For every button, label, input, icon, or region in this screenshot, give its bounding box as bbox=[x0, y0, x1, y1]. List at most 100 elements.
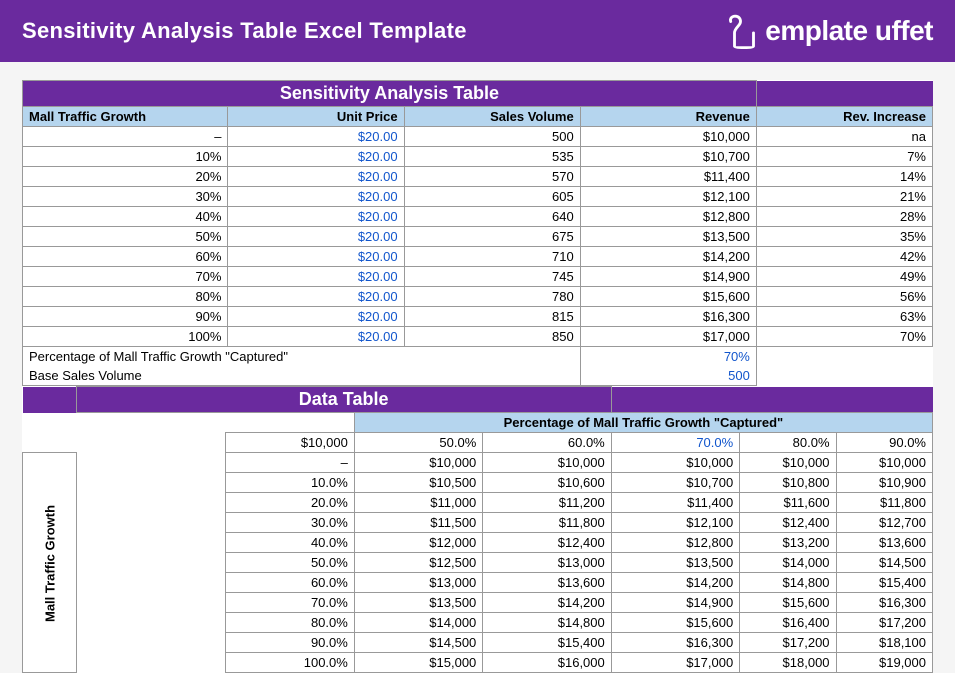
sat-volume: 535 bbox=[404, 147, 580, 167]
top-banner: Sensitivity Analysis Table Excel Templat… bbox=[0, 0, 955, 62]
sat-growth: 60% bbox=[23, 247, 228, 267]
dt-value: $10,800 bbox=[740, 473, 836, 493]
sat-revenue: $12,100 bbox=[580, 187, 756, 207]
dt-value: $15,000 bbox=[354, 653, 482, 673]
sensitivity-table: Sensitivity Analysis Table Mall Traffic … bbox=[22, 80, 933, 386]
dt-value: $10,600 bbox=[483, 473, 611, 493]
sat-note1-value: 70% bbox=[580, 347, 756, 367]
sat-price: $20.00 bbox=[228, 207, 404, 227]
sat-price: $20.00 bbox=[228, 267, 404, 287]
sat-volume: 640 bbox=[404, 207, 580, 227]
dt-value: $13,000 bbox=[354, 573, 482, 593]
dt-value: $10,000 bbox=[611, 453, 739, 473]
sat-increase: 42% bbox=[756, 247, 932, 267]
table-row: 20%$20.00570$11,40014% bbox=[23, 167, 933, 187]
sat-note1-label: Percentage of Mall Traffic Growth "Captu… bbox=[23, 347, 581, 367]
sat-increase: 49% bbox=[756, 267, 932, 287]
table-row: 80%$20.00780$15,60056% bbox=[23, 287, 933, 307]
dt-value: $18,000 bbox=[740, 653, 836, 673]
sat-increase: na bbox=[756, 127, 932, 147]
dt-value: $13,600 bbox=[483, 573, 611, 593]
buffet-logo-icon bbox=[725, 11, 763, 51]
sat-revenue: $11,400 bbox=[580, 167, 756, 187]
sat-increase: 70% bbox=[756, 327, 932, 347]
data-table: Data Table Percentage of Mall Traffic Gr… bbox=[22, 386, 933, 673]
dt-col-pcts-row: $10,000 50.0%60.0%70.0%80.0%90.0% bbox=[23, 433, 933, 453]
brand-logo: emplate uffet bbox=[725, 11, 933, 51]
dt-value: $10,500 bbox=[354, 473, 482, 493]
dt-value: $13,500 bbox=[611, 553, 739, 573]
dt-value: $16,300 bbox=[611, 633, 739, 653]
table-row: 30.0%$11,500$11,800$12,100$12,400$12,700 bbox=[23, 513, 933, 533]
sat-revenue: $16,300 bbox=[580, 307, 756, 327]
table-row: Mall Traffic Growth–$10,000$10,000$10,00… bbox=[23, 453, 933, 473]
dt-value: $15,600 bbox=[611, 613, 739, 633]
banner-title: Sensitivity Analysis Table Excel Templat… bbox=[22, 18, 467, 44]
sat-growth: 100% bbox=[23, 327, 228, 347]
dt-value: $11,000 bbox=[354, 493, 482, 513]
table-row: 10.0%$10,500$10,600$10,700$10,800$10,900 bbox=[23, 473, 933, 493]
table-row: 90.0%$14,500$15,400$16,300$17,200$18,100 bbox=[23, 633, 933, 653]
sat-revenue: $13,500 bbox=[580, 227, 756, 247]
sat-growth: 90% bbox=[23, 307, 228, 327]
sat-revenue: $12,800 bbox=[580, 207, 756, 227]
sat-volume: 850 bbox=[404, 327, 580, 347]
dt-col-pct: 70.0% bbox=[611, 433, 739, 453]
table-row: 100.0%$15,000$16,000$17,000$18,000$19,00… bbox=[23, 653, 933, 673]
dt-growth: 80.0% bbox=[226, 613, 354, 633]
dt-value: $15,400 bbox=[483, 633, 611, 653]
sat-increase: 21% bbox=[756, 187, 932, 207]
sat-note2-label: Base Sales Volume bbox=[23, 366, 581, 386]
dt-value: $11,200 bbox=[483, 493, 611, 513]
dt-growth: 60.0% bbox=[226, 573, 354, 593]
dt-value: $11,800 bbox=[483, 513, 611, 533]
sat-note2-value: 500 bbox=[580, 366, 756, 386]
dt-value: $18,100 bbox=[836, 633, 932, 653]
sat-increase: 14% bbox=[756, 167, 932, 187]
dt-title-row: Data Table bbox=[23, 387, 933, 413]
sat-growth: 70% bbox=[23, 267, 228, 287]
sat-increase: 63% bbox=[756, 307, 932, 327]
dt-value: $12,400 bbox=[740, 513, 836, 533]
sat-note-captured: Percentage of Mall Traffic Growth "Captu… bbox=[23, 347, 933, 367]
dt-corner: $10,000 bbox=[226, 433, 354, 453]
sat-header-row: Mall Traffic Growth Unit Price Sales Vol… bbox=[23, 107, 933, 127]
sat-volume: 675 bbox=[404, 227, 580, 247]
spreadsheet-area: Sensitivity Analysis Table Mall Traffic … bbox=[22, 80, 933, 673]
table-row: –$20.00500$10,000na bbox=[23, 127, 933, 147]
sat-price: $20.00 bbox=[228, 147, 404, 167]
dt-value: $13,200 bbox=[740, 533, 836, 553]
sat-price: $20.00 bbox=[228, 327, 404, 347]
dt-value: $10,700 bbox=[611, 473, 739, 493]
dt-value: $17,200 bbox=[836, 613, 932, 633]
sat-volume: 710 bbox=[404, 247, 580, 267]
dt-growth: 30.0% bbox=[226, 513, 354, 533]
dt-growth: 10.0% bbox=[226, 473, 354, 493]
dt-value: $10,000 bbox=[354, 453, 482, 473]
sat-title-row: Sensitivity Analysis Table bbox=[23, 81, 933, 107]
sat-volume: 780 bbox=[404, 287, 580, 307]
dt-side-label: Mall Traffic Growth bbox=[23, 453, 77, 673]
sat-price: $20.00 bbox=[228, 167, 404, 187]
dt-value: $14,800 bbox=[740, 573, 836, 593]
dt-value: $10,000 bbox=[740, 453, 836, 473]
sat-increase: 35% bbox=[756, 227, 932, 247]
dt-growth: 50.0% bbox=[226, 553, 354, 573]
table-row: 40.0%$12,000$12,400$12,800$13,200$13,600 bbox=[23, 533, 933, 553]
dt-value: $11,600 bbox=[740, 493, 836, 513]
sat-col-revenue: Revenue bbox=[580, 107, 756, 127]
dt-value: $14,000 bbox=[740, 553, 836, 573]
table-row: 90%$20.00815$16,30063% bbox=[23, 307, 933, 327]
sat-growth: 20% bbox=[23, 167, 228, 187]
table-row: 70%$20.00745$14,90049% bbox=[23, 267, 933, 287]
dt-value: $10,000 bbox=[836, 453, 932, 473]
dt-value: $12,800 bbox=[611, 533, 739, 553]
dt-value: $19,000 bbox=[836, 653, 932, 673]
sat-title: Sensitivity Analysis Table bbox=[23, 81, 757, 107]
dt-value: $11,400 bbox=[611, 493, 739, 513]
dt-value: $13,000 bbox=[483, 553, 611, 573]
sat-col-volume: Sales Volume bbox=[404, 107, 580, 127]
dt-value: $15,400 bbox=[836, 573, 932, 593]
sat-note-base: Base Sales Volume 500 bbox=[23, 366, 933, 386]
dt-growth: 100.0% bbox=[226, 653, 354, 673]
